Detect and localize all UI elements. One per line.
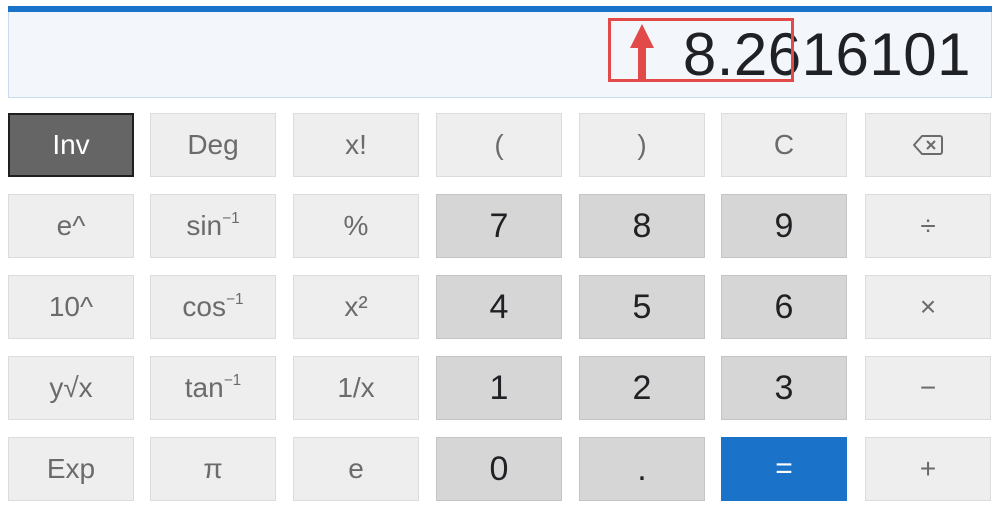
pi-button[interactable]: π	[150, 437, 276, 501]
digit-9-button[interactable]: 9	[721, 194, 847, 258]
deg-button[interactable]: Deg	[150, 113, 276, 177]
close-paren-button[interactable]: )	[579, 113, 705, 177]
digit-4-button[interactable]: 4	[436, 275, 562, 339]
digit-7-button[interactable]: 7	[436, 194, 562, 258]
percent-button[interactable]: %	[293, 194, 419, 258]
inv-button[interactable]: Inv	[8, 113, 134, 177]
arctan-label: tan	[184, 372, 224, 403]
nth-root-button[interactable]: y√x	[8, 356, 134, 420]
arccos-button[interactable]: cos −1	[150, 275, 276, 339]
equals-button[interactable]: =	[721, 437, 847, 501]
divide-button[interactable]: ÷	[865, 194, 991, 258]
open-paren-button[interactable]: (	[436, 113, 562, 177]
digit-0-button[interactable]: 0	[436, 437, 562, 501]
arcsin-label: sin	[186, 210, 223, 241]
subtract-button[interactable]: −	[865, 356, 991, 420]
digit-5-button[interactable]: 5	[579, 275, 705, 339]
arccos-label: cos	[182, 291, 226, 322]
reciprocal-button[interactable]: 1/x	[293, 356, 419, 420]
multiply-button[interactable]: ×	[865, 275, 991, 339]
arrow-up-icon	[630, 24, 654, 80]
digit-8-button[interactable]: 8	[579, 194, 705, 258]
add-button[interactable]: +	[865, 437, 991, 501]
digit-3-button[interactable]: 3	[721, 356, 847, 420]
digit-2-button[interactable]: 2	[579, 356, 705, 420]
clear-button[interactable]: C	[721, 113, 847, 177]
digit-1-button[interactable]: 1	[436, 356, 562, 420]
backspace-button[interactable]	[865, 113, 991, 177]
arcsin-button[interactable]: sin −1	[150, 194, 276, 258]
decimal-point-button[interactable]: .	[579, 437, 705, 501]
backspace-icon	[913, 135, 943, 155]
euler-e-button[interactable]: e	[293, 437, 419, 501]
digit-6-button[interactable]: 6	[721, 275, 847, 339]
arctan-button[interactable]: tan −1	[150, 356, 276, 420]
inverse-superscript: −1	[222, 210, 240, 228]
exp-e-button[interactable]: e^	[8, 194, 134, 258]
square-button[interactable]: x²	[293, 275, 419, 339]
exp-notation-button[interactable]: Exp	[8, 437, 134, 501]
inverse-superscript: −1	[226, 291, 244, 309]
inverse-superscript: −1	[223, 372, 242, 390]
pow10-button[interactable]: 10^	[8, 275, 134, 339]
calculator-display: 8.2616101	[8, 12, 992, 98]
factorial-button[interactable]: x!	[293, 113, 419, 177]
